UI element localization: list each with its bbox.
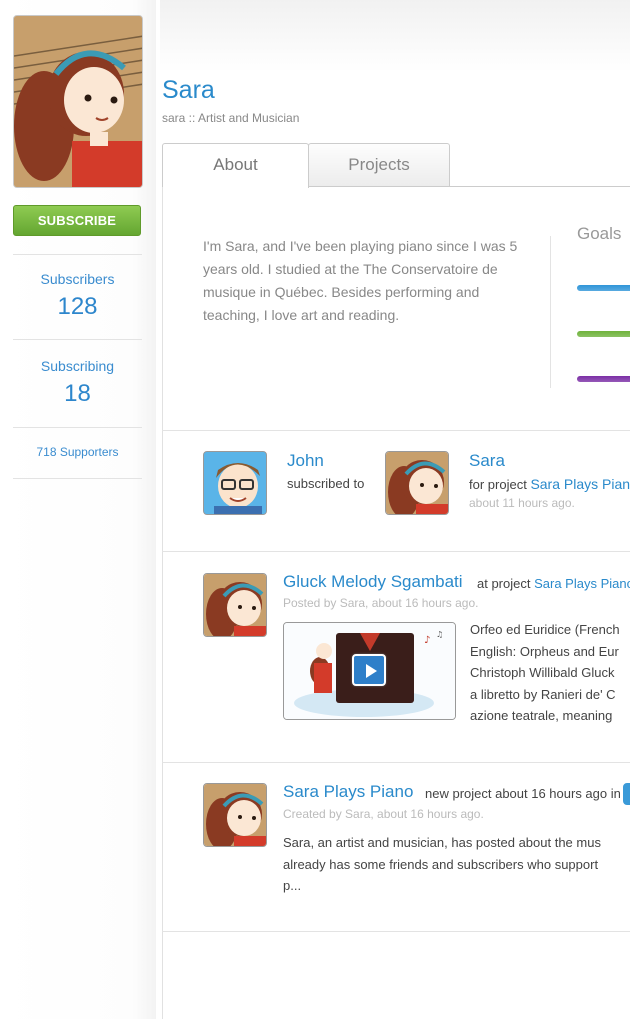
supporters-link[interactable]: 718 Supporters bbox=[13, 445, 142, 459]
tab-about[interactable]: About bbox=[162, 143, 309, 188]
sidebar-divider bbox=[13, 339, 142, 340]
goal-progress-bar bbox=[577, 331, 630, 337]
actor-link[interactable]: John bbox=[287, 451, 324, 471]
main-border bbox=[162, 187, 163, 1019]
post-description: Orfeo ed Euridice (French English: Orphe… bbox=[470, 619, 630, 727]
sidebar-divider bbox=[13, 254, 142, 255]
subscribe-button[interactable]: SUBSCRIBE bbox=[13, 205, 141, 236]
category-badge[interactable] bbox=[623, 783, 630, 805]
sidebar-divider bbox=[13, 478, 142, 479]
for-project: for project Sara Plays Piano bbox=[469, 476, 630, 492]
goal-progress-bar bbox=[577, 376, 630, 382]
post-title-link[interactable]: Gluck Melody Sgambati bbox=[283, 572, 463, 592]
description-line: Sara, an artist and musician, has posted… bbox=[283, 835, 601, 850]
description-line: azione teatrale, meaning bbox=[470, 708, 613, 723]
play-icon[interactable] bbox=[352, 654, 386, 686]
avatar[interactable] bbox=[385, 451, 449, 515]
feed-divider bbox=[162, 430, 630, 431]
description-line: a libretto by Ranieri de' C bbox=[470, 686, 616, 702]
target-link[interactable]: Sara bbox=[469, 451, 505, 471]
feed-action: subscribed to bbox=[287, 476, 365, 491]
timestamp: about 11 hours ago. bbox=[469, 496, 575, 510]
sidebar: SUBSCRIBE Subscribers 128 Subscribing 18… bbox=[0, 0, 156, 1019]
description-line: Orfeo ed Euridice (French bbox=[470, 622, 620, 637]
tab-projects[interactable]: Projects bbox=[308, 143, 450, 187]
subscribing-count[interactable]: 18 bbox=[13, 380, 142, 408]
avatar[interactable] bbox=[203, 573, 267, 637]
for-project-prefix: for project bbox=[469, 477, 527, 492]
description-line: English: Orpheus and Eur bbox=[470, 643, 619, 659]
description-line: Christoph Willibald Gluck bbox=[470, 665, 615, 680]
subscribing-label[interactable]: Subscribing bbox=[13, 358, 142, 374]
project-meta: Created by Sara, about 16 hours ago. bbox=[283, 807, 484, 821]
at-project: at project Sara Plays Piano bbox=[477, 576, 630, 591]
post-meta: Posted by Sara, about 16 hours ago. bbox=[283, 596, 479, 610]
feed-divider bbox=[162, 931, 630, 932]
project-title-link[interactable]: Sara Plays Piano bbox=[283, 782, 413, 802]
project-link[interactable]: Sara Plays Piano bbox=[530, 476, 630, 492]
description-line: already has some friends and subscribers… bbox=[283, 856, 599, 872]
about-divider bbox=[550, 236, 551, 388]
subscribers-label[interactable]: Subscribers bbox=[13, 271, 142, 287]
tab-bar-line bbox=[308, 186, 630, 187]
avatar[interactable] bbox=[203, 783, 267, 847]
goal-progress-bar bbox=[577, 285, 630, 291]
at-project-prefix: at project bbox=[477, 576, 531, 591]
goals-label: Goals bbox=[577, 224, 622, 243]
svg-text:♫: ♫ bbox=[436, 630, 443, 639]
feed-divider bbox=[162, 551, 630, 552]
user-subtitle: sara :: Artist and Musician bbox=[162, 111, 300, 125]
subscribers-count[interactable]: 128 bbox=[13, 293, 142, 321]
project-link[interactable]: Sara Plays Piano bbox=[534, 576, 630, 591]
video-thumbnail[interactable]: ♪ ♫ bbox=[283, 622, 456, 720]
feed-divider bbox=[162, 762, 630, 763]
avatar[interactable] bbox=[203, 451, 267, 515]
profile-picture[interactable] bbox=[13, 15, 143, 188]
project-action: new project about 16 hours ago in bbox=[425, 786, 621, 801]
sidebar-divider bbox=[13, 427, 142, 428]
header-background bbox=[160, 0, 630, 72]
svg-text:♪: ♪ bbox=[424, 635, 430, 646]
about-text: I'm Sara, and I've been playing piano si… bbox=[203, 238, 518, 323]
description-line: p... bbox=[283, 878, 302, 893]
page-title[interactable]: Sara bbox=[162, 76, 215, 105]
project-description: Sara, an artist and musician, has posted… bbox=[283, 832, 630, 897]
